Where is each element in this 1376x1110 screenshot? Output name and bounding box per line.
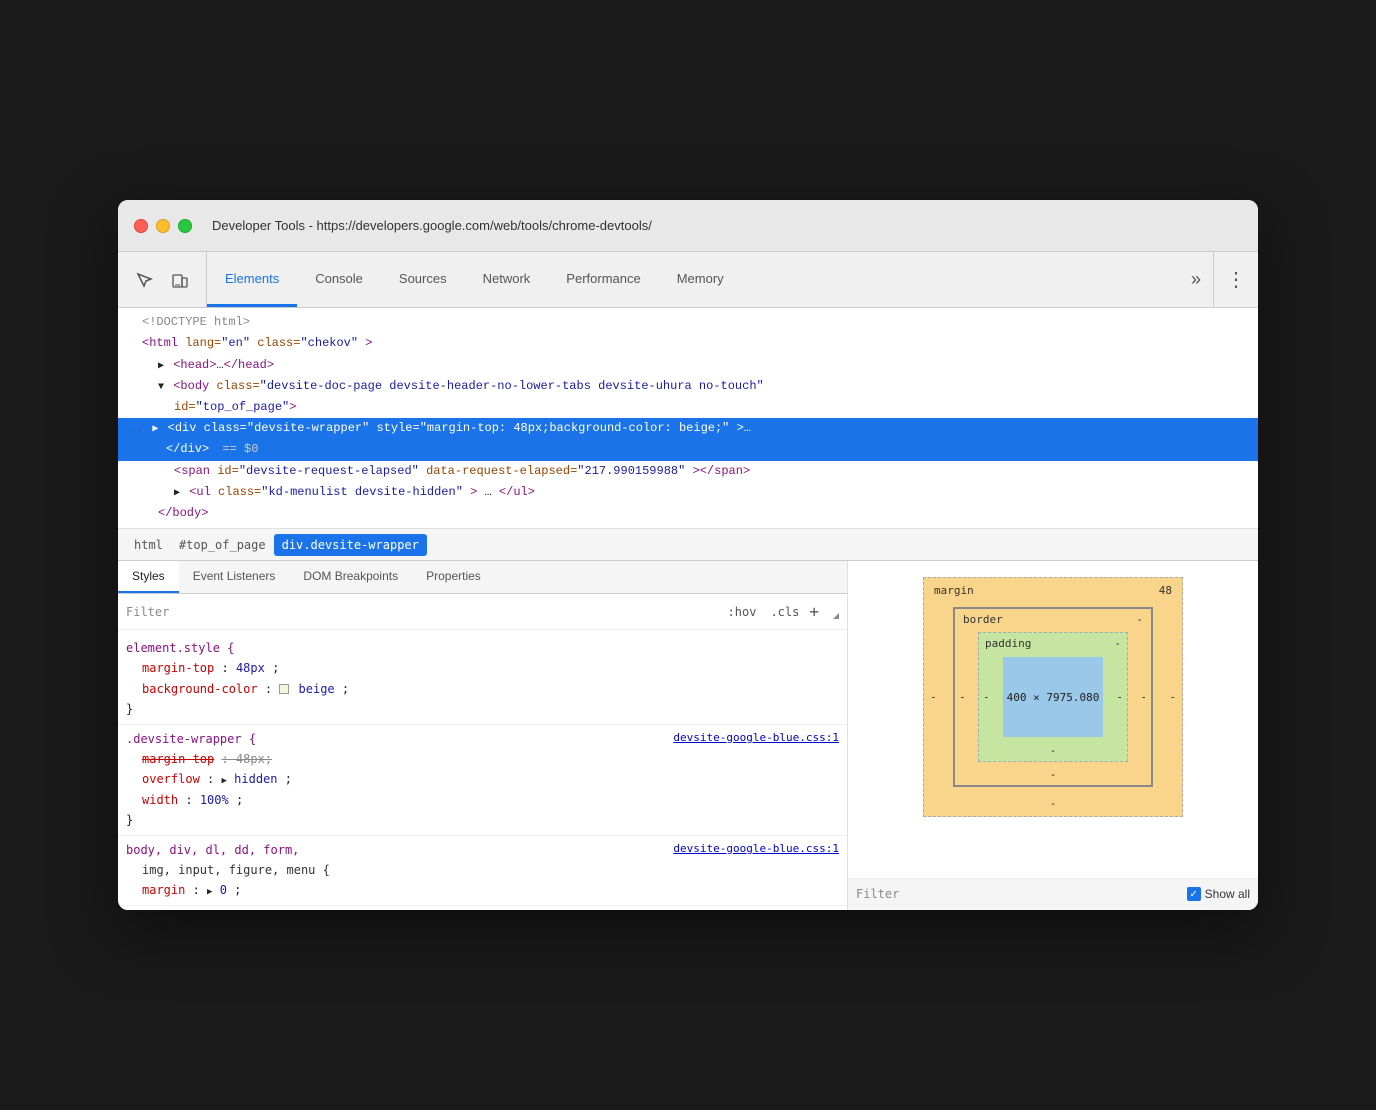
css-prop[interactable]: width : 100% ; (126, 790, 839, 810)
titlebar: Developer Tools - https://developers.goo… (118, 200, 1258, 252)
hov-button[interactable]: :hov (724, 603, 761, 621)
bm-border-value: - (1136, 613, 1143, 626)
filter-label: Filter (126, 605, 169, 619)
bm-border-right: - (1140, 691, 1147, 704)
minimize-button[interactable] (156, 219, 170, 233)
bm-padding-right: - (1116, 691, 1123, 704)
dom-line[interactable]: id="top_of_page"> (118, 397, 1258, 418)
device-icon[interactable] (166, 266, 194, 294)
bm-content: 400 × 7975.080 (1003, 657, 1103, 737)
css-rules: element.style { margin-top : 48px ; back… (118, 630, 847, 910)
tab-console[interactable]: Console (297, 252, 381, 307)
panel-tab-event-listeners[interactable]: Event Listeners (179, 561, 290, 593)
filter-bar: Filter :hov .cls + (118, 594, 847, 630)
bottom-panel: Styles Event Listeners DOM Breakpoints P… (118, 561, 1258, 910)
css-rule-element-style: element.style { margin-top : 48px ; back… (118, 634, 847, 725)
box-model-container: margin 48 - - - border - - - (848, 561, 1258, 833)
css-prop[interactable]: margin-top : 48px; (126, 749, 839, 769)
bm-margin-bottom: - (1050, 797, 1057, 810)
bm-border-label: border (963, 613, 1003, 626)
panel-tab-styles[interactable]: Styles (118, 561, 179, 593)
show-all-checkbox[interactable]: ✓ (1187, 887, 1201, 901)
devtools-window: Developer Tools - https://developers.goo… (118, 200, 1258, 910)
tab-elements[interactable]: Elements (207, 252, 297, 307)
css-prop[interactable]: overflow : ▶ hidden ; (126, 769, 839, 789)
bm-padding-left: - (983, 691, 990, 704)
bm-border-bottom: - (1050, 768, 1057, 781)
dom-line[interactable]: ▼ <body class="devsite-doc-page devsite-… (118, 376, 1258, 397)
box-model-panel: margin 48 - - - border - - - (848, 561, 1258, 910)
css-prop[interactable]: margin-top : 48px ; (126, 658, 839, 678)
cls-button[interactable]: .cls (766, 603, 803, 621)
box-model: margin 48 - - - border - - - (923, 577, 1183, 817)
bm-padding-bottom: - (1050, 744, 1057, 757)
panel-tab-properties[interactable]: Properties (412, 561, 495, 593)
breadcrumb-div-devsite-wrapper[interactable]: div.devsite-wrapper (274, 534, 427, 556)
dom-line[interactable]: <!DOCTYPE html> (118, 312, 1258, 333)
styles-panel: Styles Event Listeners DOM Breakpoints P… (118, 561, 848, 910)
traffic-lights (134, 219, 192, 233)
panel-tabs-bar: Styles Event Listeners DOM Breakpoints P… (118, 561, 847, 594)
filter-actions: :hov .cls + (724, 602, 839, 621)
dom-line-selected[interactable]: … ▶ <div class="devsite-wrapper" style="… (118, 418, 1258, 439)
breadcrumb: html #top_of_page div.devsite-wrapper (118, 529, 1258, 561)
dom-line[interactable]: <html lang="en" class="chekov" > (118, 333, 1258, 354)
add-style-button[interactable]: + (809, 602, 819, 621)
show-all-text: Show all (1205, 887, 1250, 901)
filter-bottom-bar: Filter ✓ Show all (848, 878, 1258, 910)
window-title: Developer Tools - https://developers.goo… (212, 218, 652, 233)
bm-margin-value: 48 (1159, 584, 1172, 597)
css-source-link[interactable]: devsite-google-blue.css:1 (673, 840, 839, 859)
css-rule-devsite-wrapper: .devsite-wrapper { devsite-google-blue.c… (118, 725, 847, 836)
breadcrumb-top-of-page[interactable]: #top_of_page (171, 534, 274, 556)
dom-line[interactable]: <span id="devsite-request-elapsed" data-… (118, 461, 1258, 482)
filter-corner-icon (825, 605, 839, 619)
panel-tabs: Elements Console Sources Network Perform… (207, 252, 1179, 307)
dom-line[interactable]: ▶ <ul class="kd-menulist devsite-hidden"… (118, 482, 1258, 503)
dom-line-selected-end[interactable]: </div> == $0 (118, 439, 1258, 460)
tab-network[interactable]: Network (465, 252, 549, 307)
maximize-button[interactable] (178, 219, 192, 233)
dom-panel: <!DOCTYPE html> <html lang="en" class="c… (118, 308, 1258, 529)
dom-line[interactable]: ▶ <head>…</head> (118, 355, 1258, 376)
tab-performance[interactable]: Performance (548, 252, 658, 307)
panel-tab-dom-breakpoints[interactable]: DOM Breakpoints (289, 561, 412, 593)
close-button[interactable] (134, 219, 148, 233)
show-all-container: ✓ Show all (1187, 887, 1250, 901)
bm-margin-right: - (1169, 691, 1176, 704)
color-swatch[interactable] (279, 684, 289, 694)
dom-line[interactable]: </body> (118, 503, 1258, 524)
computed-filter-label: Filter (856, 887, 899, 901)
breadcrumb-html[interactable]: html (126, 534, 171, 556)
devtools-toolbar: Elements Console Sources Network Perform… (118, 252, 1258, 308)
css-source-link[interactable]: devsite-google-blue.css:1 (673, 729, 839, 748)
css-rule-body-div: body, div, dl, dd, form, devsite-google-… (118, 836, 847, 906)
bm-margin-left: - (930, 691, 937, 704)
inspect-icon[interactable] (130, 266, 158, 294)
tab-sources[interactable]: Sources (381, 252, 465, 307)
css-prop[interactable]: margin : ▶ 0 ; (126, 880, 839, 900)
tab-memory[interactable]: Memory (659, 252, 742, 307)
bm-border-left: - (959, 691, 966, 704)
bm-margin-label: margin (934, 584, 974, 597)
menu-button[interactable]: ⋮ (1213, 252, 1258, 307)
css-prop[interactable]: background-color : beige ; (126, 679, 839, 699)
bm-padding-value: - (1114, 637, 1121, 650)
toolbar-icons (118, 252, 207, 307)
css-prop: img, input, figure, menu { (126, 860, 839, 880)
bm-padding-label: padding (985, 637, 1031, 650)
more-tabs-button[interactable]: » (1179, 252, 1213, 307)
